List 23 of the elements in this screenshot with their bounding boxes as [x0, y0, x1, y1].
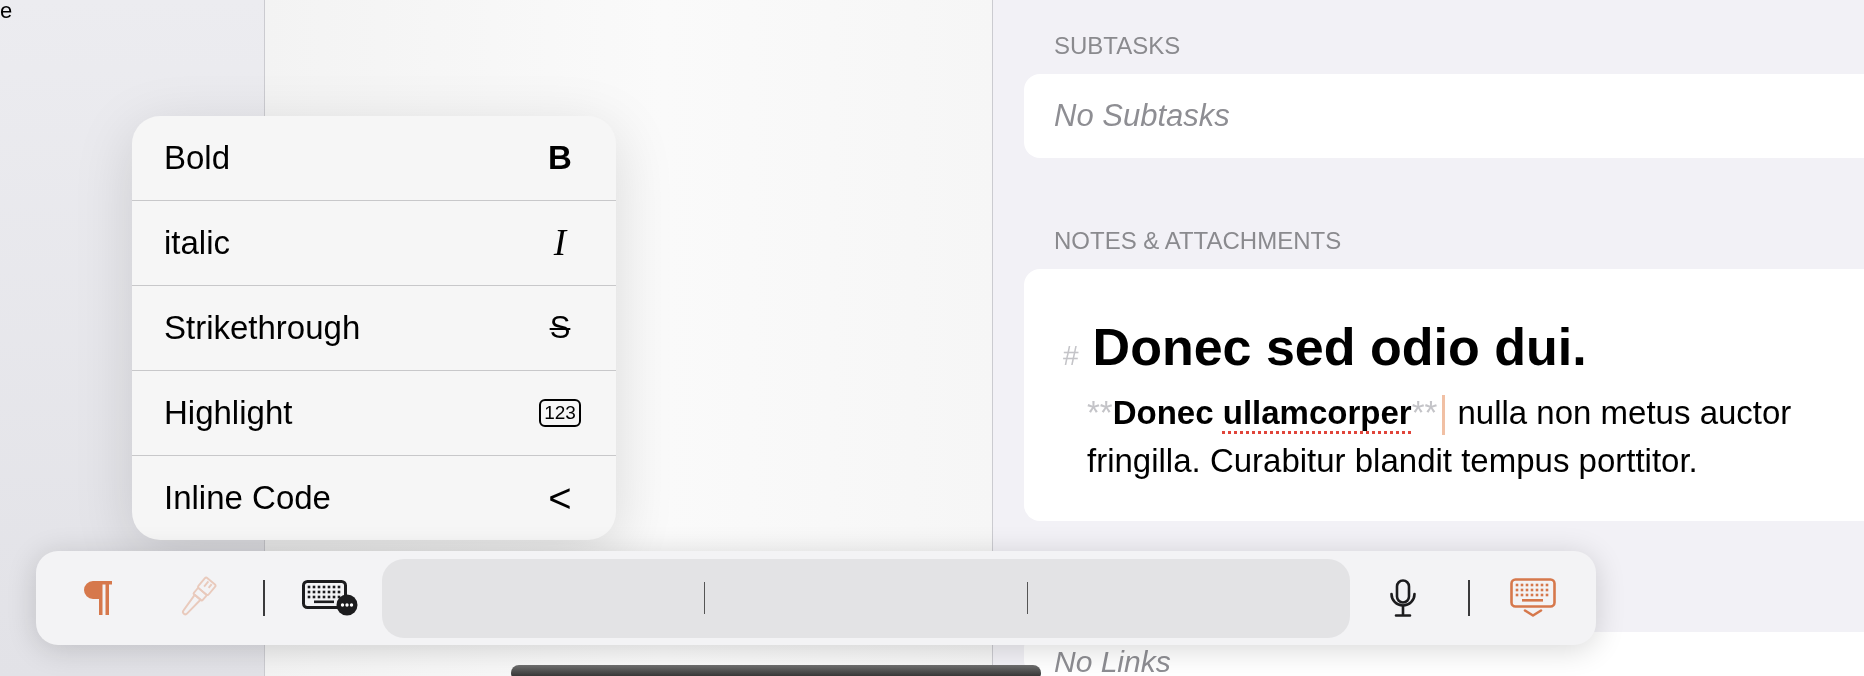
note-paragraph: **Donec ullamcorper** nulla non metus auctor fringilla. Curabitur blandit tempus porttitor.	[1087, 393, 1793, 481]
empty-state-text: No Subtasks	[1054, 97, 1231, 135]
menu-item[interactable]: italic I	[132, 200, 616, 285]
format-symbol: B	[548, 139, 572, 177]
keyboard-ellipsis-icon	[302, 580, 358, 616]
menu-item[interactable]: Inline Code <	[132, 455, 616, 540]
notes-editor[interactable]: # Donec sed odio dui. **Donec ullamcorper** nulla non metus auctor fringilla. Curabitur blandit tempus porttitor.	[1024, 269, 1864, 521]
section-header: NOTES & ATTACHMENTS	[1053, 227, 1343, 255]
format-symbol: <	[548, 478, 572, 518]
microphone-icon	[1389, 579, 1417, 617]
format-symbol: S	[549, 309, 571, 347]
menu-item[interactable]: Highlight 123	[132, 370, 616, 455]
keyboard-chevron-icon	[1510, 578, 1556, 618]
sidebar-text: e	[0, 0, 13, 22]
note-heading: Donec sed odio dui.	[1092, 317, 1587, 378]
section-header: SUBTASKS	[1053, 32, 1182, 60]
heading-marker: #	[1063, 339, 1079, 373]
format-symbol: 123	[539, 399, 581, 427]
menu-item[interactable]: Bold B	[132, 116, 616, 200]
menu-item[interactable]: Strikethrough S	[132, 285, 616, 370]
format-symbol: I	[553, 224, 567, 262]
empty-state-text: No Links	[1054, 648, 1172, 676]
pilcrow-icon	[84, 581, 112, 615]
